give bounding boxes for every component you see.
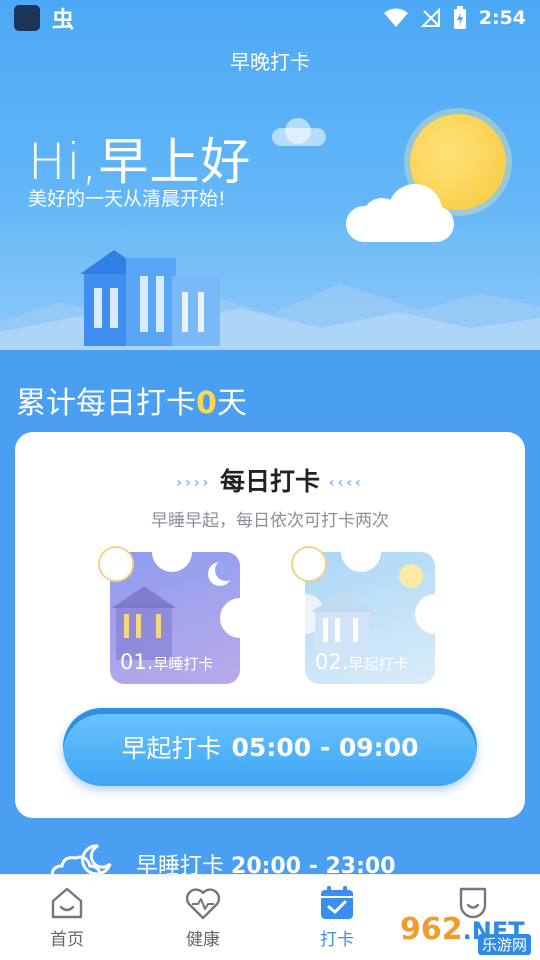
- greeting-subtitle: 美好的一天从清晨开始!: [28, 188, 226, 210]
- home-icon: [51, 887, 83, 919]
- watermark-brand: 962: [400, 912, 463, 947]
- notch-circle-icon: [98, 546, 134, 582]
- page-title: 早晚打卡: [230, 50, 310, 74]
- landscape-illustration: [0, 250, 540, 350]
- app-square-icon: [14, 5, 40, 31]
- card-title: 每日打卡: [219, 467, 320, 496]
- status-bar: 虫 2:54: [0, 0, 540, 36]
- battery-charging-icon: [453, 6, 466, 29]
- tab-home-label: 首页: [50, 930, 84, 950]
- piece-number: 01.: [120, 650, 154, 674]
- chevron-left-decoration-icon: ‹‹‹‹: [328, 475, 364, 491]
- tab-checkin[interactable]: 打卡: [297, 881, 377, 950]
- checkin-counter: 累计每日打卡0天: [16, 378, 247, 422]
- status-time: 2:54: [478, 7, 526, 29]
- counter-suffix: 天: [216, 386, 247, 421]
- counter-prefix: 累计每日打卡: [16, 386, 196, 421]
- notch-circle-icon: [291, 546, 327, 582]
- piece-title: 早起打卡: [348, 655, 409, 673]
- card-subtitle: 早睡早起，每日依次可打卡两次: [151, 511, 389, 531]
- piece-label: 02.早起打卡: [315, 650, 408, 674]
- card-title-row: ›››› 每日打卡 ‹‹‹‹: [15, 462, 525, 498]
- tab-checkin-label: 打卡: [320, 930, 354, 950]
- no-signal-icon: [420, 8, 440, 27]
- small-cloud-icon: [285, 118, 311, 144]
- watermark-subtitle: 乐游网: [478, 934, 532, 955]
- bug-icon: 虫: [52, 8, 75, 33]
- heart-pulse-icon: [185, 888, 221, 920]
- calendar-check-icon: [321, 886, 353, 919]
- hero-banner: 虫 2:54 早晚打卡 Hi,早上好 美好的一天从清晨开始!: [0, 0, 540, 350]
- piece-label: 01.早睡打卡: [120, 650, 213, 674]
- morning-checkin-button[interactable]: 早起打卡 05:00 - 09:00: [63, 708, 477, 786]
- piece-number: 02.: [315, 650, 349, 674]
- morning-button-label: 早起打卡: [121, 734, 222, 763]
- morning-button-time: 05:00 - 09:00: [231, 732, 419, 762]
- chevron-right-decoration-icon: ››››: [176, 475, 212, 491]
- counter-value: 0: [196, 386, 217, 421]
- tab-health[interactable]: 健康: [163, 881, 243, 950]
- tab-home[interactable]: 首页: [27, 881, 107, 950]
- daily-checkin-card: ›››› 每日打卡 ‹‹‹‹ 早睡早起，每日依次可打卡两次 01.早睡打卡 02…: [15, 432, 525, 818]
- piece-title: 早睡打卡: [153, 655, 214, 673]
- wifi-icon: [383, 8, 408, 27]
- tab-health-label: 健康: [186, 930, 220, 950]
